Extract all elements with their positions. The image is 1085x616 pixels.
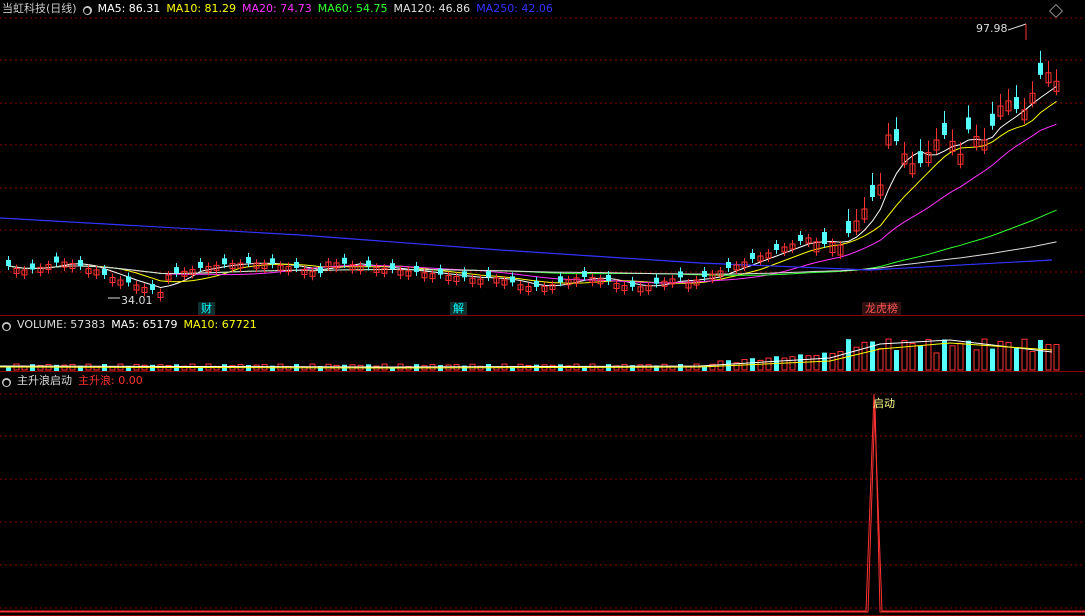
price-header: 当虹科技(日线) ● MA5: 86.31 MA10: 81.29 MA20: 74.7… xyxy=(2,2,559,16)
low-price-label: 34.01 xyxy=(121,294,153,307)
volume-header: ● VOLUME: 57383 MA5: 65179 MA10: 67721 xyxy=(2,318,263,332)
indicator-circle-icon[interactable]: ● xyxy=(2,378,11,387)
ma120-label: MA120: 46.86 xyxy=(393,2,471,15)
start-signal-label: 启动 xyxy=(873,397,895,410)
candlestick-chart xyxy=(0,17,1085,302)
volume-chart-panel[interactable]: ● VOLUME: 57383 MA5: 65179 MA10: 67721 xyxy=(0,316,1085,372)
signal-line-chart xyxy=(0,393,1085,613)
price-chart-panel[interactable]: 当虹科技(日线) ● MA5: 86.31 MA10: 81.29 MA20: 74.7… xyxy=(0,0,1085,316)
vol-ma5-label: MA5: 65179 xyxy=(111,318,178,331)
high-price-label: 97.98 xyxy=(976,22,1008,35)
signal-title: 主升浪启动 xyxy=(17,374,72,387)
stock-title: 当虹科技(日线) xyxy=(2,2,77,15)
ma5-label: MA5: 86.31 xyxy=(97,2,161,15)
ma20-label: MA20: 74.73 xyxy=(242,2,312,15)
ma10-label: MA10: 81.29 xyxy=(166,2,237,15)
indicator-circle-icon[interactable]: ● xyxy=(2,322,11,331)
tag-financial[interactable]: 财 xyxy=(198,302,215,315)
tag-dragon-tiger[interactable]: 龙虎榜 xyxy=(862,302,901,315)
vol-ma10-label: MA10: 67721 xyxy=(183,318,257,331)
indicator-circle-icon[interactable]: ● xyxy=(82,6,92,15)
volume-label: VOLUME: 57383 xyxy=(17,318,106,331)
signal-value: 主升浪: 0.00 xyxy=(78,374,143,387)
signal-indicator-panel[interactable]: ● 主升浪启动 主升浪: 0.00 启动 xyxy=(0,372,1085,616)
ma250-label: MA250: 42.06 xyxy=(476,2,553,15)
ma60-label: MA60: 54.75 xyxy=(317,2,388,15)
tag-unlock[interactable]: 解 xyxy=(450,302,467,315)
signal-header: ● 主升浪启动 主升浪: 0.00 xyxy=(2,374,149,388)
